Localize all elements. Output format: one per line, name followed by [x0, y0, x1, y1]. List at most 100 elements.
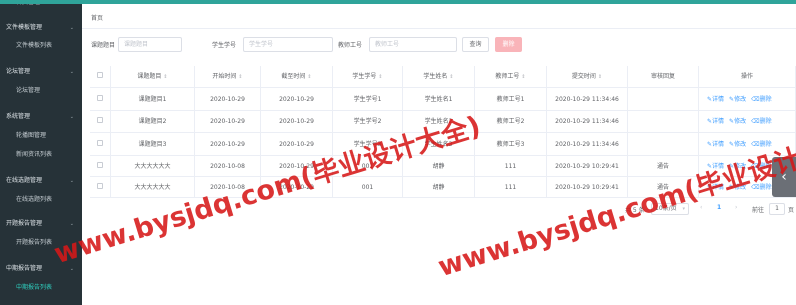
column-header[interactable]: 截至时间 [281, 66, 305, 87]
table-cell: 大大大大大大 [111, 156, 195, 176]
column-header[interactable]: 教师工号 [495, 66, 519, 87]
sidebar-item-label: 轮播图管理 [16, 132, 47, 139]
query-button[interactable]: 查询 [462, 37, 489, 52]
breadcrumb[interactable]: 首页 [91, 13, 103, 22]
sidebar-item-0[interactable]: 首页管理 [0, 4, 82, 10]
sidebar-item-9[interactable]: 在线选题列表 [0, 193, 82, 207]
sort-caret-icon[interactable]: ⇕ [598, 66, 602, 87]
sort-caret-icon[interactable]: ⇕ [521, 66, 525, 87]
action-label: 详情 [712, 184, 725, 191]
sidebar-item-4[interactable]: 论坛管理 [0, 84, 82, 98]
student-id-input[interactable]: 学生学号 [243, 37, 333, 52]
edit-link[interactable]: ✎ 修改 [729, 133, 746, 155]
column-header[interactable]: 提交时间 [572, 66, 596, 87]
view-detail-link[interactable]: ✎ 详情 [707, 133, 724, 155]
pagination-total: 共 5 条 [625, 207, 645, 214]
view-detail-link[interactable]: ✎ 详情 [707, 177, 724, 197]
table-cell: 胡静 [403, 156, 475, 176]
sidebar-group-8[interactable]: 在线选题管理 ⌄ [0, 174, 82, 188]
header-cell: 操作 [699, 66, 796, 87]
action-label: 删除 [759, 184, 772, 191]
topic-input[interactable]: 课题题目 [118, 37, 182, 52]
teacher-id-input[interactable]: 教师工号 [369, 37, 457, 52]
goto-label: 前往 [752, 207, 765, 214]
chevron-down-icon: ⌄ [69, 114, 74, 120]
row-checkbox[interactable] [97, 140, 103, 146]
next-page-icon[interactable]: › [735, 204, 737, 211]
cell-value: 课题题目3 [138, 141, 167, 148]
table-cell: 2020-10-29 [195, 88, 261, 110]
action-label: 详情 [712, 141, 725, 148]
sidebar-group-5[interactable]: 系统管理 ⌄ [0, 110, 82, 124]
cell-value: 2020-10-29 [210, 141, 245, 148]
delete-link[interactable]: ⌫ 删除 [751, 133, 772, 155]
table-cell: 2020-10-29 [261, 111, 333, 132]
column-header[interactable]: 学生学号 [352, 66, 376, 87]
sidebar-item-2[interactable]: 文件模板列表 [0, 39, 82, 53]
edit-link[interactable]: ✎ 修改 [729, 88, 746, 110]
column-header[interactable]: 课题题目 [137, 66, 161, 87]
cell-value: 课题题目1 [138, 96, 167, 103]
header-cell: 课题题目 ⇕ [111, 66, 195, 87]
cell-value: 通告 [656, 163, 669, 170]
chevron-down-icon: ⌄ [69, 266, 74, 272]
cell-value: 111 [504, 184, 517, 191]
cell-value: 2020-10-29 [279, 184, 314, 191]
header-cell: 学生姓名 ⇕ [403, 66, 475, 87]
goto-page-input[interactable]: 1 [769, 203, 785, 215]
sidebar-group-1[interactable]: 文件模板管理 ⌄ [0, 21, 82, 35]
chevron-down-icon: ▾ [682, 206, 685, 212]
sort-caret-icon[interactable]: ⇕ [238, 66, 242, 87]
sidebar-group-3[interactable]: 论坛管理 ⌄ [0, 65, 82, 79]
header-cell: 截至时间 ⇕ [261, 66, 333, 87]
cell-value: 胡静 [432, 184, 445, 191]
edit-link[interactable]: ✎ 修改 [729, 111, 746, 132]
header-cell: 教师工号 ⇕ [475, 66, 547, 87]
sidebar-item-13[interactable]: 中期报告列表 [0, 281, 82, 295]
sort-caret-icon[interactable]: ⇕ [378, 66, 382, 87]
row-checkbox[interactable] [97, 183, 103, 189]
cell-value: 学生学号1 [353, 96, 382, 103]
column-header[interactable]: 开始时间 [212, 66, 236, 87]
row-checkbox[interactable] [97, 162, 103, 168]
table-row: 课题题目1 2020-10-29 2020-10-29 学生学号1 学生姓名1 教师工号1… [90, 88, 796, 111]
view-detail-link[interactable]: ✎ 详情 [707, 88, 724, 110]
sort-caret-icon[interactable]: ⇕ [163, 66, 167, 87]
sidebar-item-6[interactable]: 轮播图管理 [0, 129, 82, 143]
sidebar-group-12[interactable]: 中期报告管理 ⌄ [0, 262, 82, 276]
header-cell [90, 66, 111, 87]
cell-value: 2020-10-29 11:34:46 [555, 141, 619, 148]
sidebar-item-7[interactable]: 新闻资讯列表 [0, 148, 82, 162]
table-cell [90, 177, 111, 197]
row-checkbox[interactable] [97, 95, 103, 101]
action-label: 详情 [712, 96, 725, 103]
sidebar-item-label: 系统管理 [6, 113, 31, 120]
table-cell: 教师工号3 [475, 133, 547, 155]
collapse-arrow-icon[interactable]: ‹ [772, 157, 796, 197]
column-header[interactable]: 学生姓名 [423, 66, 447, 87]
delete-link[interactable]: ⌫ 删除 [751, 88, 772, 110]
page-size-select[interactable]: 10条/页 ▾ [651, 203, 689, 215]
sidebar-group-10[interactable]: 开题报告管理 ⌄ [0, 217, 82, 231]
prev-page-icon[interactable]: ‹ [700, 204, 702, 211]
view-detail-link[interactable]: ✎ 详情 [707, 111, 724, 132]
edit-link[interactable]: ✎ 修改 [729, 177, 746, 197]
delete-link[interactable]: ⌫ 删除 [751, 111, 772, 132]
table-cell [90, 88, 111, 110]
sort-caret-icon[interactable]: ⇕ [449, 66, 453, 87]
sidebar-item-label: 开题报告列表 [16, 239, 53, 246]
delete-button[interactable]: 删除 [495, 37, 522, 52]
table-row: 课题题目3 2020-10-29 2020-10-29 学生学号3 学生姓名3 教师工号3… [90, 133, 796, 156]
delete-link[interactable]: ⌫ 删除 [751, 156, 772, 176]
select-all-checkbox[interactable] [97, 72, 103, 78]
delete-icon: ⌫ [751, 118, 760, 125]
cell-value: 大大大大大大 [134, 184, 171, 191]
edit-link[interactable]: ✎ 修改 [729, 156, 746, 176]
sort-caret-icon[interactable]: ⇕ [307, 66, 311, 87]
delete-link[interactable]: ⌫ 删除 [751, 177, 772, 197]
page-number-current[interactable]: 1 [717, 204, 721, 211]
view-detail-link[interactable]: ✎ 详情 [707, 156, 724, 176]
sidebar-item-11[interactable]: 开题报告列表 [0, 236, 82, 250]
row-checkbox[interactable] [97, 117, 103, 123]
cell-value: 学生姓名1 [424, 96, 453, 103]
